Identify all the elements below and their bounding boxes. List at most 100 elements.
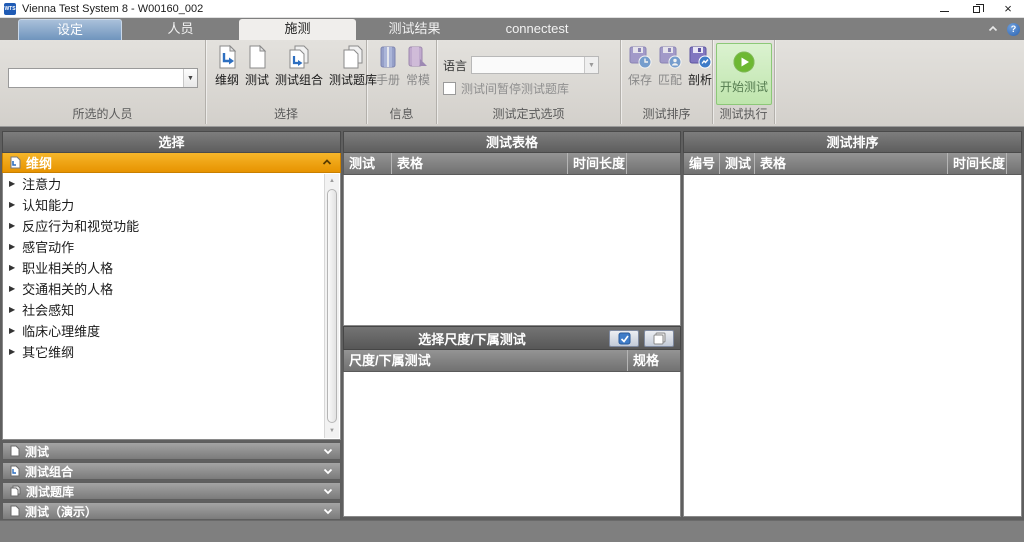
dropdown-arrow-icon[interactable]: ▼: [584, 57, 598, 73]
help-button[interactable]: ?: [1007, 23, 1020, 36]
tab-results[interactable]: 测试结果: [356, 19, 473, 40]
column-duration[interactable]: 时间长度: [567, 153, 626, 174]
document-icon: [246, 45, 268, 69]
column-form[interactable]: 表格: [754, 153, 947, 174]
chevron-down-icon[interactable]: [323, 488, 333, 495]
accordion-dimensions-label: 维纲: [26, 153, 52, 172]
accordion-section-test-sets[interactable]: 测试组合: [2, 462, 341, 480]
status-bar: [0, 520, 1024, 542]
tab-settings[interactable]: 设定: [18, 19, 122, 40]
column-blank: [626, 153, 680, 174]
expand-arrow-icon[interactable]: ▶: [9, 200, 15, 209]
tests-button[interactable]: 测试: [242, 45, 272, 88]
column-scale-subtest[interactable]: 尺度/下属测试: [344, 350, 627, 371]
pause-between-tests-checkbox[interactable]: [443, 82, 456, 95]
select-all-scales-button[interactable]: [609, 330, 639, 347]
tab-connectest[interactable]: connectest: [473, 19, 601, 40]
tree-item-traffic-personality[interactable]: ▶交通相关的人格: [3, 278, 340, 299]
match-order-button: 匹配: [655, 45, 685, 88]
ribbon: ▼ 所选的人员 维纲 测试: [0, 40, 1024, 127]
expand-arrow-icon[interactable]: ▶: [9, 305, 15, 314]
expand-arrow-icon[interactable]: ▶: [9, 326, 15, 335]
document-arrow-icon: [216, 45, 238, 69]
test-forms-header: 测试表格: [343, 131, 681, 153]
expand-arrow-icon[interactable]: ▶: [9, 242, 15, 251]
start-test-button[interactable]: 开始测试: [716, 43, 772, 105]
group-label-test-order: 测试排序: [621, 105, 712, 122]
column-test[interactable]: 测试: [719, 153, 754, 174]
main-content: 选择 维纲 ▶注意力 ▶认知能力 ▶反应行为和视觉功能 ▶感官动作 ▶职业相关的…: [0, 127, 1024, 520]
profile-floppy-chart-icon: [688, 45, 712, 69]
accordion-section-dimensions[interactable]: 维纲: [2, 153, 341, 173]
tree-item-other-dimensions[interactable]: ▶其它维纲: [3, 341, 340, 362]
ribbon-group-information: 手册 常模 信息: [367, 40, 437, 124]
language-combobox[interactable]: ▼: [471, 56, 599, 74]
expand-arrow-icon[interactable]: ▶: [9, 179, 15, 188]
accordion-section-tests-demo[interactable]: 测试（演示）: [2, 502, 341, 520]
tab-persons[interactable]: 人员: [122, 19, 239, 40]
column-number[interactable]: 编号: [684, 153, 719, 174]
tree-item-work-personality[interactable]: ▶职业相关的人格: [3, 257, 340, 278]
scales-table-body[interactable]: [343, 372, 681, 517]
tree-item-attention[interactable]: ▶注意力: [3, 173, 340, 194]
scrollbar-thumb[interactable]: [327, 189, 337, 423]
dimensions-button[interactable]: 维纲: [212, 45, 242, 88]
scroll-down-icon[interactable]: ▼: [325, 424, 339, 438]
play-icon: [732, 50, 756, 74]
group-label-selected-person: 所选的人员: [0, 105, 205, 122]
selection-panel: 选择 维纲 ▶注意力 ▶认知能力 ▶反应行为和视觉功能 ▶感官动作 ▶职业相关的…: [2, 131, 341, 520]
expand-arrow-icon[interactable]: ▶: [9, 347, 15, 356]
title-bar: WTS Vienna Test System 8 - W00160_002 ×: [0, 0, 1024, 18]
column-test[interactable]: 测试: [344, 153, 391, 174]
deselect-all-scales-button[interactable]: [644, 330, 674, 347]
column-blank: [1006, 153, 1021, 174]
checked-checkbox-icon: [618, 332, 631, 345]
test-order-table-body[interactable]: [683, 175, 1022, 517]
chevron-down-icon[interactable]: [323, 508, 333, 515]
norms-button: 常模: [403, 45, 433, 88]
tree-item-cognition[interactable]: ▶认知能力: [3, 194, 340, 215]
ribbon-group-selection: 维纲 测试 测试组合: [206, 40, 367, 124]
ribbon-group-test-form-options: 语言 ▼ 测试间暂停测试题库 测试定式选项: [437, 40, 621, 124]
test-forms-table-body[interactable]: [343, 175, 681, 326]
group-label-test-execution: 测试执行: [713, 105, 774, 122]
group-label-test-form-options: 测试定式选项: [437, 105, 620, 122]
column-duration[interactable]: 时间长度: [947, 153, 1006, 174]
selection-panel-header: 选择: [2, 131, 341, 153]
tree-item-clinical[interactable]: ▶临床心理维度: [3, 320, 340, 341]
dropdown-arrow-icon[interactable]: ▼: [183, 69, 197, 87]
chevron-up-icon[interactable]: [322, 159, 332, 166]
tree-scrollbar[interactable]: ▲ ▼: [324, 174, 339, 438]
ribbon-group-selected-person: ▼ 所选的人员: [0, 40, 206, 124]
selected-person-combobox[interactable]: ▼: [8, 68, 198, 88]
profile-order-button[interactable]: 剖析: [685, 45, 715, 88]
column-form[interactable]: 表格: [391, 153, 567, 174]
maximize-button[interactable]: [960, 0, 992, 18]
chevron-down-icon[interactable]: [323, 468, 333, 475]
minimize-icon: [940, 11, 949, 12]
language-label: 语言: [443, 57, 467, 74]
documents-icon: [341, 45, 365, 69]
accordion-section-tests[interactable]: 测试: [2, 442, 341, 460]
tab-administration[interactable]: 施测: [239, 19, 356, 40]
accordion-section-test-batteries[interactable]: 测试题库: [2, 482, 341, 500]
documents-icon: [9, 485, 21, 497]
chevron-up-icon: [988, 25, 998, 33]
column-specification[interactable]: 规格: [627, 350, 680, 371]
tree-item-social-perception[interactable]: ▶社会感知: [3, 299, 340, 320]
norms-book-icon: [406, 45, 430, 69]
document-arrow-icon: [9, 156, 21, 169]
expand-arrow-icon[interactable]: ▶: [9, 284, 15, 293]
expand-arrow-icon[interactable]: ▶: [9, 221, 15, 230]
collapse-ribbon-button[interactable]: [987, 23, 999, 35]
test-sets-button[interactable]: 测试组合: [272, 45, 326, 88]
chevron-down-icon[interactable]: [323, 448, 333, 455]
tree-item-reaction-visual[interactable]: ▶反应行为和视觉功能: [3, 215, 340, 236]
scroll-up-icon[interactable]: ▲: [325, 174, 339, 188]
test-forms-column-header: 测试 表格 时间长度: [343, 153, 681, 175]
save-floppy-clock-icon: [628, 45, 652, 69]
close-button[interactable]: ×: [992, 0, 1024, 18]
minimize-button[interactable]: [928, 0, 960, 18]
expand-arrow-icon[interactable]: ▶: [9, 263, 15, 272]
tree-item-sensomotor[interactable]: ▶感官动作: [3, 236, 340, 257]
